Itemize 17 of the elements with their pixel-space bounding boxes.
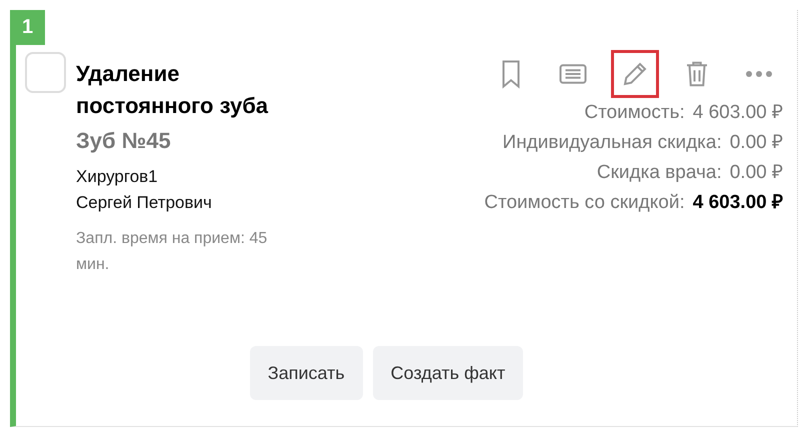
price-value: 0.00 ₽ (730, 131, 783, 155)
checkbox[interactable] (25, 52, 66, 93)
price-label: Стоимость со скидкой: (484, 191, 685, 215)
price-label: Индивидуальная скидка: (502, 131, 722, 155)
price-value: 4 603.00 ₽ (692, 101, 783, 125)
planned-time: Запл. время на прием: 45 мин. (76, 229, 268, 275)
tooth-number: Зуб №45 (76, 128, 172, 154)
more-icon (745, 70, 773, 78)
price-label: Скидка врача: (596, 161, 722, 185)
action-button[interactable]: Создать факт (372, 346, 524, 400)
price-value: 0.00 ₽ (730, 161, 783, 185)
doctor-name: Хирургов1 Сергей Петрович (76, 166, 213, 214)
service-title: Удаление постоянного зуба (76, 60, 270, 120)
price-value: 4 603.00 ₽ (692, 191, 783, 215)
action-button[interactable]: Записать (250, 346, 363, 400)
price-label: Стоимость: (584, 101, 685, 125)
edit-button[interactable] (611, 50, 659, 98)
